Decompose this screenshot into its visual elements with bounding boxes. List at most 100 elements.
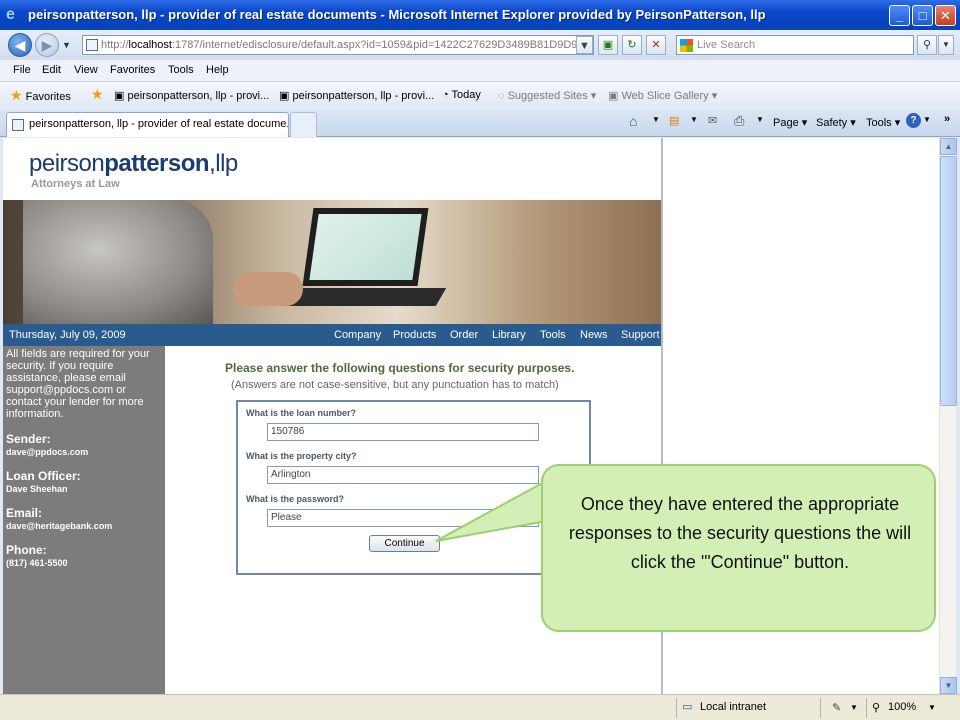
home-icon[interactable]: ⌂ (629, 113, 637, 129)
mail-icon[interactable]: ✉ (708, 114, 717, 127)
loan-officer-value: Dave Sheehan (6, 484, 68, 494)
intranet-zone-icon: ▭ (682, 701, 693, 713)
nav-order[interactable]: Order (450, 329, 478, 341)
suggested-sites-link[interactable]: ◌ Suggested Sites ▾ (498, 89, 596, 102)
zoom-icon[interactable]: ⚲ (872, 701, 880, 714)
favorite-link-today[interactable]: ◔ Today (442, 89, 481, 101)
status-bar: ▭ Local intranet ✎ ▼ ⚲ 100% ▼ (0, 694, 960, 720)
phone-label: Phone: (6, 543, 47, 557)
feeds-dropdown-icon[interactable]: ▼ (690, 115, 698, 124)
site-logo[interactable]: peirsonpatterson,llp (29, 150, 238, 178)
safety-menu-label: Safety (816, 117, 848, 129)
password-label: What is the password? (246, 494, 345, 504)
favorite-link-1-label: peirsonpatterson, llp - provi... (127, 90, 270, 102)
nav-news[interactable]: News (580, 329, 608, 341)
status-separator-3 (866, 698, 867, 718)
safety-menu[interactable]: Safety ▾ (816, 116, 856, 129)
zoom-dropdown-icon[interactable]: ▼ (928, 703, 936, 712)
current-date: Thursday, July 09, 2009 (9, 329, 126, 341)
tab-bar: peirsonpatterson, llp - provider of real… (0, 109, 960, 137)
scroll-thumb[interactable] (940, 156, 957, 406)
password-input[interactable]: Please (267, 509, 539, 527)
title-bar: e peirsonpatterson, llp - provider of re… (0, 0, 960, 30)
loan-number-input[interactable]: 150786 (267, 423, 539, 441)
url-host: localhost (128, 39, 172, 51)
status-separator-2 (820, 698, 821, 718)
page-menu-label: Page (773, 117, 799, 129)
continue-button[interactable]: Continue (369, 535, 440, 552)
nav-support[interactable]: Support (621, 329, 660, 341)
forward-button[interactable]: ▶ (35, 33, 59, 57)
property-city-input[interactable]: Arlington (267, 466, 539, 484)
suggested-sites-label: Suggested Sites (507, 90, 588, 102)
address-bar: ◀ ▶ ▼ http://localhost:1787/internet/edi… (0, 30, 960, 60)
web-slice-gallery-link[interactable]: ▣ Web Slice Gallery ▾ (608, 89, 717, 102)
print-dropdown-icon[interactable]: ▼ (756, 115, 764, 124)
help-dropdown-icon[interactable]: ▼ (923, 115, 931, 124)
ie-logo-icon: e (6, 6, 15, 23)
live-search-icon (680, 39, 693, 52)
nav-tools[interactable]: Tools (540, 329, 566, 341)
logo-part-3: ,llp (209, 150, 238, 177)
favorites-button[interactable]: ★ Favorites (10, 87, 71, 104)
protected-mode-dropdown-icon[interactable]: ▼ (850, 703, 858, 712)
stop-icon[interactable]: ✕ (646, 35, 666, 55)
search-input[interactable]: Live Search (676, 35, 914, 55)
nav-library[interactable]: Library (492, 329, 526, 341)
menu-help[interactable]: Help (206, 64, 229, 76)
url-rest: :1787/internet/edisclosure/default.aspx?… (171, 39, 594, 51)
protected-mode-icon[interactable]: ✎ (832, 701, 841, 714)
nav-company[interactable]: Company (334, 329, 381, 341)
back-button[interactable]: ◀ (8, 33, 32, 57)
home-dropdown-icon[interactable]: ▼ (652, 115, 660, 124)
sidebar-intro: All fields are required for your securit… (6, 348, 150, 420)
url-dropdown-icon[interactable]: ▼ (576, 36, 593, 54)
callout-text: Once they have entered the appropriate r… (568, 494, 912, 572)
search-icon[interactable]: ⚲ (917, 35, 937, 55)
feeds-icon[interactable]: ▤ (669, 114, 679, 127)
zoom-level[interactable]: 100% (888, 701, 916, 713)
search-placeholder: Live Search (697, 39, 756, 51)
url-input[interactable]: http://localhost:1787/internet/edisclosu… (82, 35, 594, 55)
scroll-down-icon[interactable]: ▼ (940, 677, 957, 694)
loan-number-label: What is the loan number? (246, 408, 357, 418)
maximize-button[interactable]: □ (912, 5, 933, 26)
email-value: dave@heritagebank.com (6, 521, 113, 531)
email-label: Email: (6, 506, 43, 520)
phone-value: (817) 461-5500 (6, 558, 68, 568)
menu-tools[interactable]: Tools (168, 64, 194, 76)
sender-value: dave@ppdocs.com (6, 447, 89, 457)
new-tab-button[interactable] (290, 112, 317, 137)
tab-active-label: peirsonpatterson, llp - provider of real… (29, 118, 289, 130)
sender-label: Sender: (6, 432, 51, 446)
search-options-icon[interactable]: ▼ (938, 35, 954, 55)
page-menu[interactable]: Page ▾ (773, 116, 807, 129)
tools-menu[interactable]: Tools ▾ (866, 116, 900, 129)
scroll-up-icon[interactable]: ▲ (940, 138, 957, 155)
info-sidebar: All fields are required for your securit… (3, 346, 165, 694)
banner-person (23, 200, 213, 324)
menu-view[interactable]: View (74, 64, 98, 76)
vertical-scrollbar[interactable]: ▲ ▼ (939, 138, 957, 694)
favorite-link-2[interactable]: ▣ peirsonpatterson, llp - provi... (279, 89, 434, 102)
favorite-link-1[interactable]: ▣ peirsonpatterson, llp - provi... (114, 89, 269, 102)
menu-file[interactable]: File (13, 64, 31, 76)
refresh-icon[interactable]: ↻ (622, 35, 642, 55)
page-icon (86, 39, 98, 51)
menu-edit[interactable]: Edit (42, 64, 61, 76)
menu-favorites[interactable]: Favorites (110, 64, 155, 76)
print-icon[interactable]: ⎙ (734, 113, 744, 129)
toolbar-overflow-icon[interactable]: » (944, 113, 950, 125)
tab-active[interactable]: peirsonpatterson, llp - provider of real… (6, 112, 289, 137)
recent-pages-dropdown-icon[interactable]: ▼ (62, 40, 71, 50)
window-title: peirsonpatterson, llp - provider of real… (28, 7, 766, 22)
minimize-button[interactable]: _ (889, 5, 910, 26)
help-icon[interactable]: ? (906, 113, 921, 128)
close-button[interactable]: ✕ (935, 5, 956, 26)
header-banner-image (3, 200, 661, 324)
compatibility-view-icon[interactable]: ▣ (598, 35, 618, 55)
menu-bar: File Edit View Favorites Tools Help (0, 60, 960, 82)
add-favorite-icon[interactable]: ★ (91, 86, 104, 103)
security-form-title: Please answer the following questions fo… (225, 361, 575, 375)
nav-products[interactable]: Products (393, 329, 436, 341)
